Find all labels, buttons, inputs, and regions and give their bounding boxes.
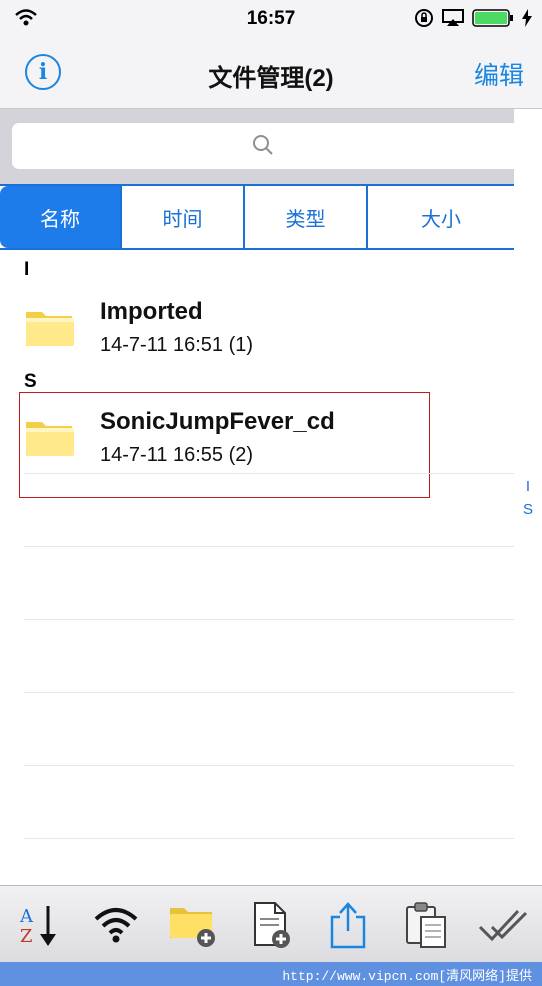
share-icon[interactable]	[320, 897, 376, 953]
search-icon	[252, 134, 274, 161]
row-separator	[24, 619, 514, 620]
select-all-icon[interactable]	[475, 897, 531, 953]
row-separator	[24, 546, 514, 547]
folder-meta: 14-7-11 16:51 (1)	[100, 334, 254, 356]
row-separator	[24, 473, 514, 474]
section-header: S	[24, 371, 37, 392]
rotation-lock-icon	[414, 8, 434, 33]
status-right	[414, 8, 532, 33]
bottom-toolbar: A Z	[0, 885, 542, 963]
folder-name: Imported	[100, 298, 203, 325]
tab-name[interactable]: 名称	[0, 186, 122, 248]
search-bar	[0, 109, 514, 184]
svg-text:A: A	[19, 906, 34, 927]
watermark-bar: http://www.vipcn.com[清风网络]提供	[0, 962, 542, 986]
airplay-icon	[442, 9, 464, 32]
section-index-item[interactable]: I	[514, 478, 542, 495]
tab-size[interactable]: 大小	[368, 186, 514, 248]
row-separator	[24, 838, 514, 839]
sort-segmented-control: 名称 时间 类型 大小	[0, 184, 514, 250]
new-file-icon[interactable]	[243, 897, 299, 953]
status-bar: 16:57	[0, 0, 542, 36]
search-input[interactable]	[12, 123, 514, 169]
tab-time[interactable]: 时间	[122, 186, 245, 248]
svg-text:Z: Z	[20, 926, 33, 947]
watermark-text: http://www.vipcn.com[清风网络]提供	[282, 969, 532, 984]
row-separator	[24, 765, 514, 766]
battery-icon	[472, 8, 514, 33]
folder-icon	[24, 306, 76, 353]
nav-bar: i 文件管理(2) 编辑	[0, 36, 542, 109]
charging-bolt-icon	[522, 9, 532, 32]
row-separator	[24, 692, 514, 693]
right-edge-strip	[514, 109, 542, 250]
sort-az-icon[interactable]: A Z	[11, 897, 67, 953]
section-header: I	[24, 259, 30, 280]
paste-icon[interactable]	[398, 897, 454, 953]
tab-type[interactable]: 类型	[245, 186, 368, 248]
new-folder-icon[interactable]	[166, 897, 222, 953]
section-index-item[interactable]: S	[514, 501, 542, 518]
list-item[interactable]: Imported 14-7-11 16:51 (1)	[0, 284, 514, 376]
selection-highlight	[19, 392, 430, 498]
wifi-transfer-icon[interactable]	[88, 897, 144, 953]
edit-button[interactable]: 编辑	[474, 56, 524, 92]
page-title: 文件管理(2)	[208, 65, 334, 92]
